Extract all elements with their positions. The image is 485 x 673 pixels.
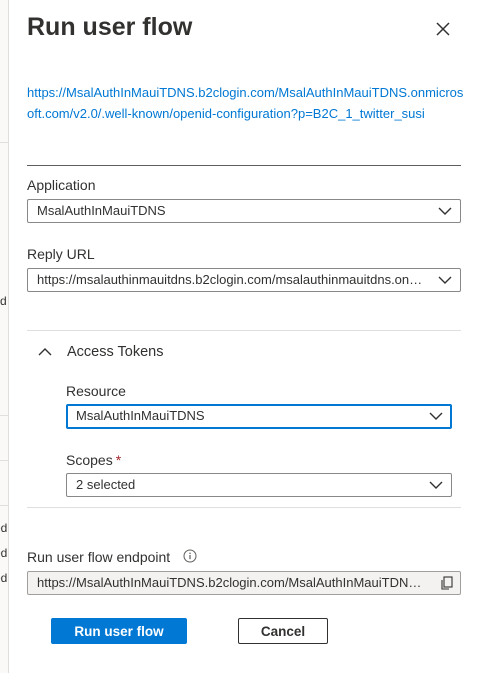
- access-tokens-header: Access Tokens: [67, 344, 164, 360]
- access-tokens-toggle[interactable]: Access Tokens: [37, 340, 163, 364]
- panel-title: Run user flow: [27, 13, 193, 41]
- close-button[interactable]: [427, 13, 459, 45]
- section-divider: [27, 507, 461, 508]
- endpoint-value: https://MsalAuthInMauiTDNS.b2clogin.com/…: [37, 575, 428, 590]
- cancel-button[interactable]: Cancel: [238, 618, 328, 644]
- info-icon[interactable]: [183, 549, 197, 563]
- endpoint-field[interactable]: https://MsalAuthInMauiTDNS.b2clogin.com/…: [27, 571, 461, 595]
- header-divider: [27, 165, 461, 166]
- scopes-value: 2 selected: [76, 477, 136, 492]
- background-divider: [0, 505, 8, 506]
- run-user-flow-panel: Run user flow https://MsalAuthInMauiTDNS…: [9, 0, 485, 673]
- chevron-down-icon: [429, 481, 443, 489]
- chevron-up-icon: [38, 348, 52, 356]
- background-divider: [0, 415, 8, 416]
- scopes-label-text: Scopes: [66, 452, 113, 468]
- background-text-fragment: d: [0, 294, 7, 308]
- application-dropdown[interactable]: MsalAuthInMauiTDNS: [27, 199, 461, 223]
- chevron-down-icon: [429, 412, 443, 420]
- resource-value: MsalAuthInMauiTDNS: [76, 408, 205, 423]
- background-text-fragment: ed: [0, 521, 8, 535]
- chevron-down-icon: [438, 207, 452, 215]
- resource-label: Resource: [66, 383, 126, 399]
- endpoint-label: Run user flow endpoint: [27, 549, 171, 565]
- background-divider: [0, 460, 8, 461]
- copy-icon[interactable]: [439, 575, 455, 591]
- application-value: MsalAuthInMauiTDNS: [37, 203, 166, 218]
- background-divider: [0, 142, 8, 143]
- required-marker: *: [115, 452, 122, 468]
- resource-dropdown[interactable]: MsalAuthInMauiTDNS: [66, 404, 452, 429]
- background-blade-edge: d ed ed ed: [0, 0, 9, 673]
- background-text-fragment: ed: [0, 546, 8, 560]
- reply-url-dropdown[interactable]: https://msalauthinmauitdns.b2clogin.com/…: [27, 268, 461, 292]
- reply-url-value: https://msalauthinmauitdns.b2clogin.com/…: [37, 272, 428, 287]
- scopes-label: Scopes *: [66, 451, 121, 469]
- application-label: Application: [27, 177, 96, 193]
- scopes-dropdown[interactable]: 2 selected: [66, 473, 452, 497]
- chevron-down-icon: [438, 276, 452, 284]
- reply-url-label: Reply URL: [27, 246, 95, 262]
- run-user-flow-button[interactable]: Run user flow: [51, 618, 187, 644]
- section-divider: [27, 330, 461, 331]
- background-text-fragment: ed: [0, 571, 8, 585]
- openid-configuration-link[interactable]: https://MsalAuthInMauiTDNS.b2clogin.com/…: [27, 82, 465, 124]
- close-icon: [436, 22, 450, 36]
